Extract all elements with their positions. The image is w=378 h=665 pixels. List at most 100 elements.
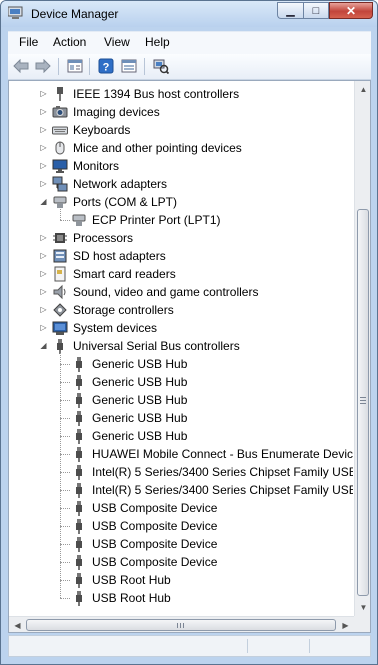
back-arrow-icon: [12, 59, 28, 73]
tree-node-label: Imaging devices: [73, 105, 160, 119]
tree-node[interactable]: ▷ Mice and other pointing devices: [9, 139, 353, 157]
expander-toggle[interactable]: ▷: [39, 89, 48, 98]
vertical-scrollbar[interactable]: ▲ ▼: [354, 81, 370, 616]
scroll-up-button[interactable]: ▲: [355, 81, 370, 98]
printer-port-icon: [72, 214, 86, 226]
expander-toggle[interactable]: ▷: [39, 287, 48, 296]
show-hidden-button[interactable]: [119, 57, 138, 75]
tree-guide-line: [60, 209, 61, 220]
tree-node[interactable]: ▷ System devices: [9, 319, 353, 337]
expander-toggle[interactable]: ▷: [39, 125, 48, 134]
status-segment: [247, 639, 248, 653]
tree-node[interactable]: ▷ Storage controllers: [9, 301, 353, 319]
tree-node-label: USB Composite Device: [92, 555, 218, 569]
expander-toggle[interactable]: ▷: [39, 233, 48, 242]
usb-icon: [76, 411, 82, 426]
tree-node[interactable]: ▷ IEEE 1394 Bus host controllers: [9, 85, 353, 103]
forward-button[interactable]: [33, 57, 52, 75]
processor-icon: [53, 233, 67, 243]
minimize-button[interactable]: ▁: [277, 2, 303, 19]
tree-node-label: Generic USB Hub: [92, 375, 188, 389]
vertical-scroll-thumb[interactable]: [357, 209, 369, 596]
tree-node[interactable]: ▷ Network adapters: [9, 175, 353, 193]
horizontal-scrollbar[interactable]: ◀ ▶: [9, 616, 354, 632]
toolbar-separator: [144, 58, 145, 75]
tree-node-label: USB Composite Device: [92, 537, 218, 551]
tree-node-label: Generic USB Hub: [92, 357, 188, 371]
expander-toggle[interactable]: ▷: [39, 323, 48, 332]
expander-toggle[interactable]: ▷: [39, 251, 48, 260]
horizontal-scroll-thumb[interactable]: [26, 619, 336, 631]
tree-guide-line: [60, 436, 70, 437]
thumb-grip: [360, 403, 366, 404]
device-manager-icon: [8, 6, 23, 19]
expander-toggle[interactable]: ▷: [39, 107, 48, 116]
thumb-grip: [180, 623, 181, 628]
help-icon: ?: [98, 58, 113, 74]
tree-node[interactable]: ▷ Imaging devices: [9, 103, 353, 121]
tree-node-label: Ports (COM & LPT): [73, 195, 178, 209]
smart-card-icon: [54, 266, 66, 282]
status-segment: [309, 639, 310, 653]
scroll-left-button[interactable]: ◀: [9, 617, 26, 632]
tree-guide-line: [60, 353, 61, 598]
menu-action[interactable]: Action: [53, 35, 86, 49]
expander-toggle[interactable]: ▷: [39, 305, 48, 314]
usb-icon: [57, 339, 63, 354]
tree-guide-line: [60, 418, 70, 419]
close-button[interactable]: ✕: [329, 2, 373, 19]
tree-node-label: USB Composite Device: [92, 501, 218, 515]
tree-guide-line: [60, 454, 70, 455]
help-button[interactable]: ?: [96, 57, 115, 75]
tree-node-label: USB Composite Device: [92, 519, 218, 533]
device-tree[interactable]: ▷ IEEE 1394 Bus host controllers ▷ Imagi…: [8, 80, 371, 633]
tree-node-label: Generic USB Hub: [92, 429, 188, 443]
expander-toggle[interactable]: ▷: [39, 161, 48, 170]
expander-toggle[interactable]: ◢: [39, 341, 48, 350]
back-button[interactable]: [11, 57, 30, 75]
system-device-icon: [52, 321, 68, 335]
scroll-right-button[interactable]: ▶: [337, 617, 354, 632]
tree-node-label: USB Root Hub: [92, 591, 171, 605]
usb-icon: [76, 555, 82, 570]
sd-adapter-icon: [53, 249, 67, 263]
tree-node-label: Generic USB Hub: [92, 393, 188, 407]
tree-node-label: Mice and other pointing devices: [73, 141, 242, 155]
expander-toggle[interactable]: ◢: [39, 197, 48, 206]
title-bar[interactable]: Device Manager ▁ □ ✕: [1, 1, 377, 27]
tree-guide-line: [60, 400, 70, 401]
tree-node[interactable]: ▷ Sound, video and game controllers: [9, 283, 353, 301]
maximize-button[interactable]: □: [303, 2, 329, 19]
mouse-icon: [55, 141, 65, 155]
tree-node[interactable]: ▷ Processors: [9, 229, 353, 247]
usb-icon: [76, 447, 82, 462]
tree-node-label: Processors: [73, 231, 134, 245]
toolbar: ?: [8, 54, 371, 80]
network-adapter-icon: [52, 176, 68, 192]
tree-node-label: ECP Printer Port (LPT1): [92, 213, 221, 227]
tree-node[interactable]: ▷ SD host adapters: [9, 247, 353, 265]
tree-node-label: Network adapters: [73, 177, 168, 191]
caption-buttons: ▁ □ ✕: [277, 2, 373, 19]
menu-file[interactable]: File: [19, 35, 38, 49]
scan-hardware-button[interactable]: [151, 57, 170, 75]
properties-button[interactable]: [65, 57, 84, 75]
window-title: Device Manager: [31, 7, 119, 21]
tree-guide-line: [60, 472, 70, 473]
tree-guide-line: [60, 544, 70, 545]
tree-guide-line: [60, 382, 70, 383]
show-hidden-icon: [121, 59, 136, 73]
scroll-down-button[interactable]: ▼: [355, 599, 370, 616]
keyboard-icon: [52, 126, 68, 135]
expander-toggle[interactable]: ▷: [39, 269, 48, 278]
tree-node[interactable]: ▷ Monitors: [9, 157, 353, 175]
usb-icon: [76, 357, 82, 372]
tree-node[interactable]: ▷ Smart card readers: [9, 265, 353, 283]
tree-node[interactable]: ▷ Keyboards: [9, 121, 353, 139]
forward-arrow-icon: [35, 59, 51, 73]
tree-node-label: Universal Serial Bus controllers: [73, 339, 240, 353]
menu-help[interactable]: Help: [145, 35, 170, 49]
expander-toggle[interactable]: ▷: [39, 179, 48, 188]
expander-toggle[interactable]: ▷: [39, 143, 48, 152]
menu-view[interactable]: View: [104, 35, 130, 49]
